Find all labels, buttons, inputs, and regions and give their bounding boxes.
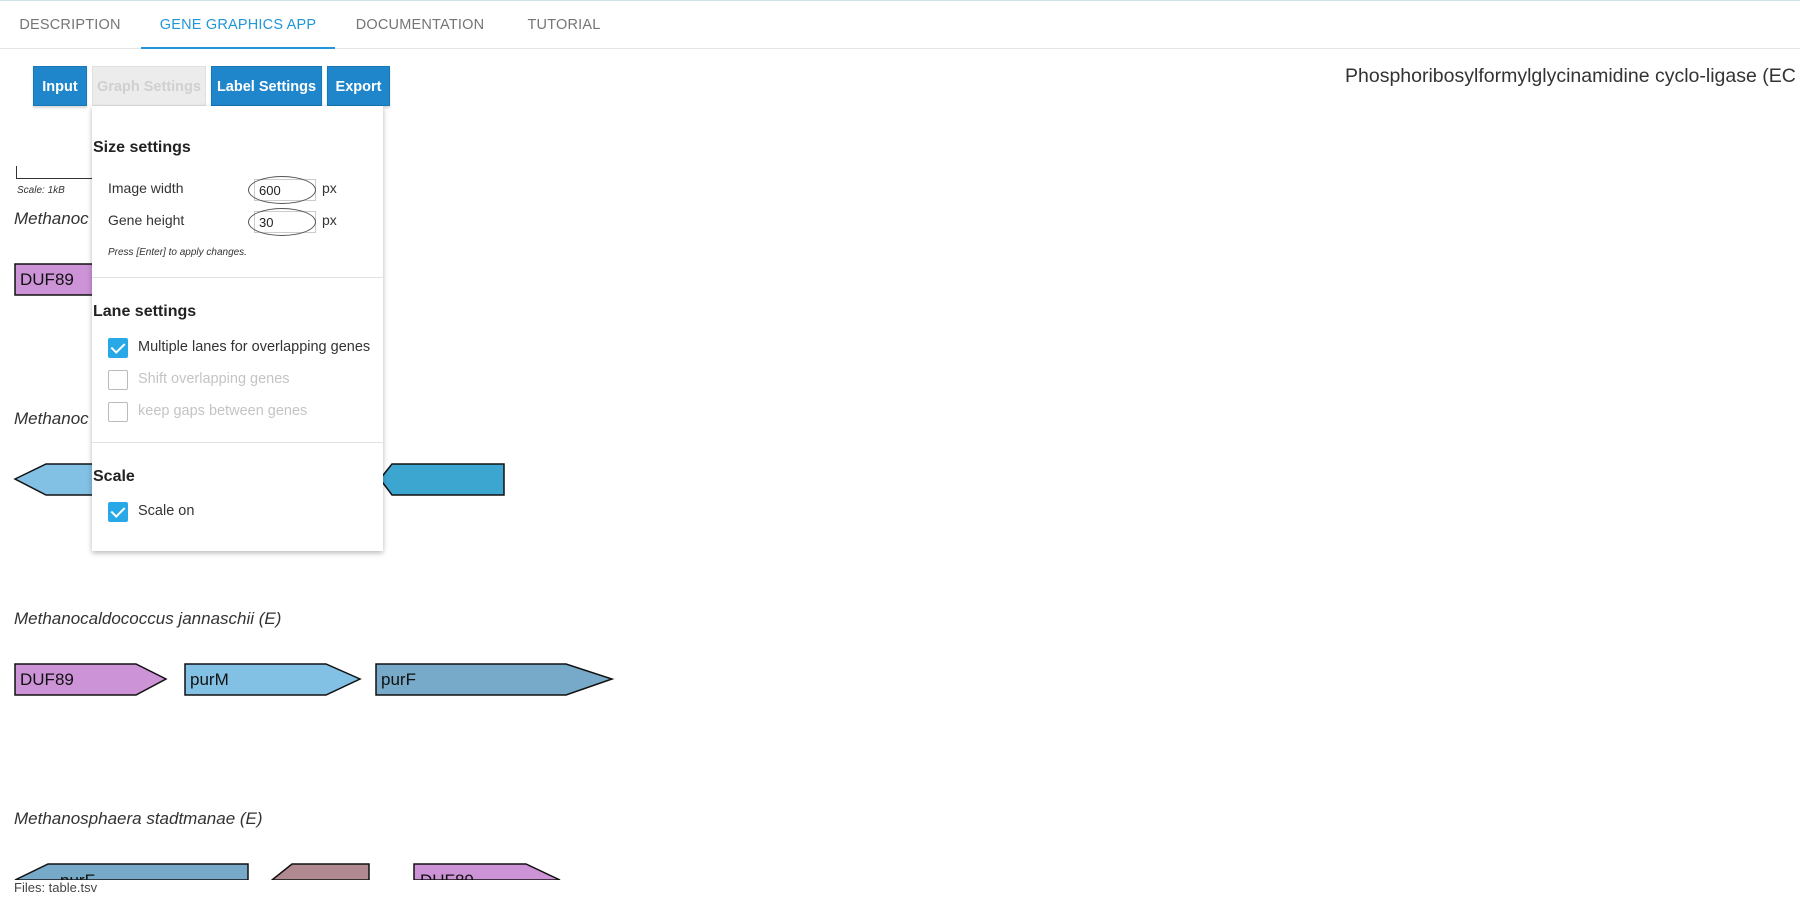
keep-gaps-checkbox[interactable] bbox=[108, 402, 128, 422]
gene-label: DUF89 bbox=[420, 871, 474, 880]
image-width-input[interactable] bbox=[254, 179, 316, 201]
gene-label: DUF89 bbox=[20, 670, 74, 689]
scale-on-label: Scale on bbox=[138, 503, 195, 519]
gene-height-unit: px bbox=[322, 212, 337, 228]
shift-overlapping-label: Shift overlapping genes bbox=[138, 371, 290, 387]
graph-settings-panel: Size settings Image width px Gene height… bbox=[92, 106, 383, 551]
image-width-label: Image width bbox=[108, 180, 184, 196]
gene-height-label: Gene height bbox=[108, 212, 185, 228]
gene-arrow[interactable] bbox=[379, 463, 505, 496]
gene-label: purF bbox=[381, 670, 416, 689]
multiple-lanes-label: Multiple lanes for overlapping genes bbox=[138, 339, 371, 355]
multiple-lanes-checkbox[interactable] bbox=[108, 338, 128, 358]
gene-height-input[interactable] bbox=[254, 211, 316, 233]
gene-label: purM bbox=[190, 670, 229, 689]
scale-on-checkbox[interactable] bbox=[108, 502, 128, 522]
size-settings-title: Size settings bbox=[93, 139, 191, 156]
image-width-unit: px bbox=[322, 180, 337, 196]
shift-overlapping-checkbox[interactable] bbox=[108, 370, 128, 390]
gene-arrow[interactable] bbox=[270, 863, 370, 880]
divider bbox=[92, 442, 383, 443]
keep-gaps-label: keep gaps between genes bbox=[138, 403, 308, 419]
scale-title: Scale bbox=[93, 468, 135, 485]
files-status: Files: table.tsv bbox=[14, 880, 98, 895]
gene-label: purF bbox=[60, 871, 95, 880]
gene-arrow[interactable] bbox=[14, 863, 249, 880]
lane-settings-title: Lane settings bbox=[93, 303, 197, 320]
apply-hint: Press [Enter] to apply changes. bbox=[108, 247, 247, 258]
gene-label: DUF89 bbox=[20, 270, 74, 289]
divider bbox=[92, 277, 383, 278]
